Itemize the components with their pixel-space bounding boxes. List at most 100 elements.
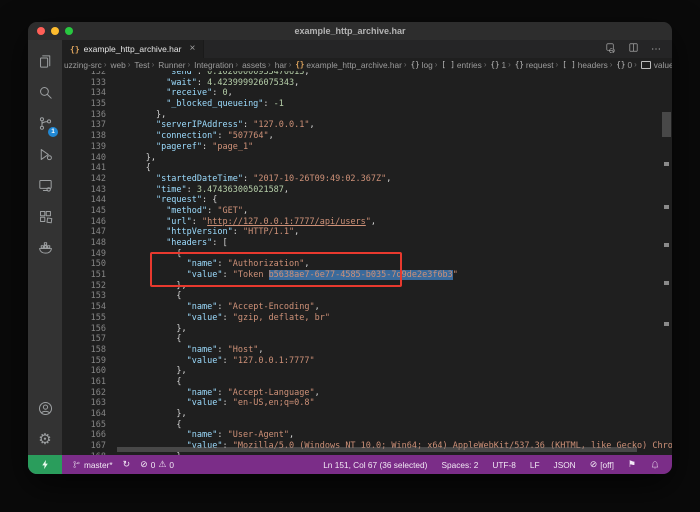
code-line[interactable]: 147 "httpVersion": "HTTP/1.1", [62,227,672,238]
search-icon[interactable] [30,77,60,108]
split-editor-icon[interactable] [628,40,639,58]
code-text: "receive": 0, [115,88,233,99]
eol-sequence[interactable]: LF [530,460,540,470]
breadcrumb-item[interactable]: ›{}log [402,60,433,70]
horizontal-scrollbar[interactable] [117,447,637,452]
extensions-icon[interactable] [30,201,60,232]
code-line[interactable]: 134 "receive": 0, [62,88,672,99]
code-line[interactable]: 154 "name": "Accept-Encoding", [62,302,672,313]
code-line[interactable]: 155 "value": "gzip, deflate, br" [62,313,672,324]
encoding[interactable]: UTF-8 [492,460,516,470]
settings-gear-icon[interactable]: ⚙ [30,424,60,455]
code-line[interactable]: 136 }, [62,110,672,121]
more-actions-icon[interactable]: ⋯ [651,44,662,55]
code-line[interactable]: 144 "request": { [62,195,672,206]
code-line[interactable]: 143 "time": 3.474363005021587, [62,185,672,196]
tab-example-http-archive[interactable]: {} example_http_archive.har × [62,40,204,58]
breadcrumb-item[interactable]: uzzing-src [64,60,102,70]
code-editor[interactable]: 132 "send": 0.10200000935470613,133 "wai… [62,71,672,455]
code-line[interactable]: 137 "serverIPAddress": "127.0.0.1", [62,120,672,131]
zoom-window-button[interactable] [65,27,73,35]
problems-item[interactable]: ⊘ 0 ⚠ 0 [140,460,174,470]
close-tab-icon[interactable]: × [189,44,195,54]
breadcrumb-item[interactable]: ›web [102,60,126,70]
code-line[interactable]: 151 "value": "Token b5638ae7-6e77-4585-b… [62,270,672,281]
breadcrumb-label: uzzing-src [64,60,102,70]
code-line[interactable]: 142 "startedDateTime": "2017-10-26T09:49… [62,174,672,185]
close-window-button[interactable] [37,27,45,35]
code-line[interactable]: 156 }, [62,324,672,335]
code-line[interactable]: 160 }, [62,366,672,377]
code-line[interactable]: 133 "wait": 4.423999926075343, [62,78,672,89]
line-number: 143 [62,185,115,196]
code-line[interactable]: 146 "url": "http://127.0.0.1:7777/api/us… [62,217,672,228]
breadcrumb-item[interactable]: ›[ ]entries [433,60,482,70]
line-number: 165 [62,420,115,431]
circle-slash-icon: ⊘ [590,460,598,469]
code-line[interactable]: 141 { [62,163,672,174]
code-line[interactable]: 168 }, [62,452,672,455]
git-branch-item[interactable]: master* [72,460,113,470]
feedback-item[interactable]: ⚑ [628,460,636,469]
docker-icon[interactable] [30,232,60,263]
line-number: 153 [62,291,115,302]
breadcrumb: uzzing-src›web›Test›Runner›Integration›a… [62,58,672,71]
code-line[interactable]: 150 "name": "Authorization", [62,259,672,270]
breadcrumb-item[interactable]: ›Integration [186,60,234,70]
code-line[interactable]: 149 { [62,249,672,260]
language-mode[interactable]: JSON [554,460,576,470]
code-line[interactable]: 145 "method": "GET", [62,206,672,217]
code-line[interactable]: 162 "name": "Accept-Language", [62,388,672,399]
code-line[interactable]: 132 "send": 0.10200000935470613, [62,71,672,78]
breadcrumb-item[interactable]: ›{}example_http_archive.har [287,60,402,70]
source-control-icon[interactable]: 1 [30,108,60,139]
code-text: "httpVersion": "HTTP/1.1", [115,227,299,238]
accounts-icon[interactable] [30,393,60,424]
code-text: "name": "Host", [115,345,263,356]
open-changes-icon[interactable] [605,40,616,58]
code-line[interactable]: 157 { [62,334,672,345]
line-number: 168 [62,452,115,455]
code-text: }, [115,409,187,420]
code-line[interactable]: 165 { [62,420,672,431]
code-line[interactable]: 164 }, [62,409,672,420]
code-text: "_blocked_queueing": -1 [115,99,284,110]
code-text: "value": "en-US,en;q=0.8" [115,398,315,409]
code-line[interactable]: 159 "value": "127.0.0.1:7777" [62,356,672,367]
breadcrumb-item[interactable]: ›har [266,60,287,70]
breadcrumb-item[interactable]: ›Runner [150,60,186,70]
code-text: { [115,291,182,302]
run-debug-icon[interactable] [30,139,60,170]
code-line[interactable]: 138 "connection": "507764", [62,131,672,142]
breadcrumb-item[interactable]: ›{}1 [482,60,506,70]
minimize-window-button[interactable] [51,27,59,35]
code-line[interactable]: 166 "name": "User-Agent", [62,430,672,441]
vertical-scrollbar[interactable] [662,112,671,137]
code-line[interactable]: 135 "_blocked_queueing": -1 [62,99,672,110]
code-line[interactable]: 152 }, [62,281,672,292]
code-line[interactable]: 148 "headers": [ [62,238,672,249]
breadcrumb-item[interactable]: ›assets [233,60,266,70]
breadcrumb-label: assets [242,60,266,70]
breadcrumb-item[interactable]: ›Test [126,60,150,70]
code-line[interactable]: 158 "name": "Host", [62,345,672,356]
breadcrumb-item[interactable]: ›[ ]headers [554,60,608,70]
breadcrumb-item[interactable]: ›{}request [506,60,553,70]
breadcrumb-separator: › [268,60,271,69]
remote-explorer-icon[interactable] [30,170,60,201]
code-line[interactable]: 161 { [62,377,672,388]
notifications-item[interactable] [650,460,660,470]
sync-button[interactable]: ↻ [123,460,131,469]
explorer-icon[interactable] [30,46,60,77]
breadcrumb-separator: › [634,60,637,69]
cursor-position[interactable]: Ln 151, Col 67 (36 selected) [323,460,427,470]
toggle-off-item[interactable]: ⊘ [off] [590,460,614,470]
code-line[interactable]: 153 { [62,291,672,302]
code-line[interactable]: 140 }, [62,153,672,164]
breadcrumb-item[interactable]: ›value [632,60,672,70]
remote-indicator[interactable] [28,455,62,474]
code-line[interactable]: 163 "value": "en-US,en;q=0.8" [62,398,672,409]
code-line[interactable]: 139 "pageref": "page_1" [62,142,672,153]
indentation[interactable]: Spaces: 2 [441,460,478,470]
breadcrumb-item[interactable]: ›{}0 [608,60,632,70]
